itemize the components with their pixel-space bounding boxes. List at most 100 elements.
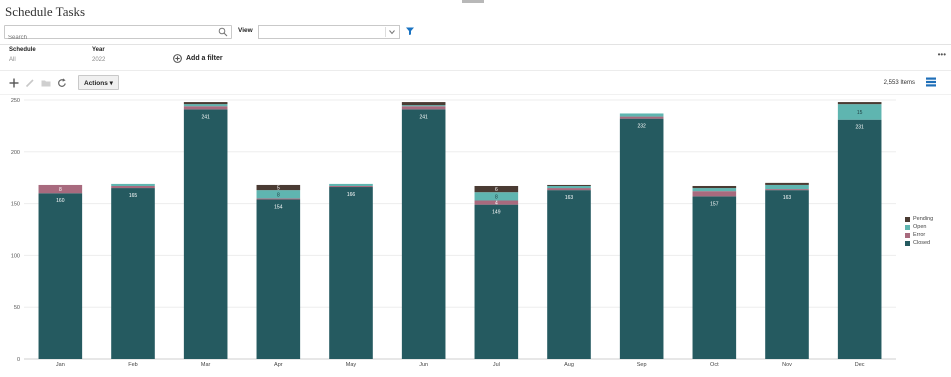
x-tick-label: Jul	[493, 362, 500, 368]
bar-error	[183, 106, 228, 110]
add-circle-icon	[173, 53, 182, 63]
pencil-icon[interactable]	[24, 77, 36, 89]
chevron-down-icon[interactable]	[387, 27, 397, 37]
add-filter-label: Add a filter	[186, 54, 223, 62]
y-tick-label: 100	[11, 253, 20, 259]
search-box[interactable]	[4, 25, 232, 44]
y-tick-label: 250	[11, 98, 20, 104]
bar-error	[256, 198, 301, 200]
bar-closed	[837, 119, 882, 360]
bar-closed	[765, 190, 809, 359]
data-label: 157	[710, 201, 719, 207]
bar-open	[401, 105, 446, 107]
legend-label: Error	[913, 232, 926, 238]
legend-swatch	[905, 224, 910, 230]
bar-error	[547, 188, 591, 191]
search-input[interactable]	[5, 32, 208, 44]
y-tick-label: 150	[11, 202, 20, 208]
bar-error	[619, 116, 664, 119]
bar-error	[329, 185, 373, 188]
bar-closed	[474, 204, 519, 359]
bar-chart-icon[interactable]	[925, 76, 937, 88]
header-divider	[0, 44, 951, 45]
filter-schedule-label: Schedule	[9, 47, 36, 53]
bar-pending	[401, 102, 446, 106]
data-label: 241	[201, 114, 210, 120]
bar-closed	[401, 109, 446, 359]
data-label: 165	[129, 193, 138, 199]
legend-label: Closed	[913, 240, 931, 246]
filter-year-label: Year	[92, 47, 105, 53]
filter-year-value: 2022	[92, 57, 106, 63]
bar-open	[111, 183, 155, 186]
legend-item-pending[interactable]: Pending	[905, 215, 933, 223]
legend-item-open[interactable]: Open	[905, 223, 933, 231]
bar-pending	[547, 184, 591, 186]
select-divider	[385, 27, 386, 37]
filter-year[interactable]: Year 2022	[92, 47, 105, 63]
legend-item-closed[interactable]: Closed	[905, 239, 933, 247]
actions-menu-button[interactable]: Actions ▾	[78, 75, 119, 90]
bar-closed	[256, 199, 301, 359]
x-tick-label: Jun	[419, 362, 428, 368]
bar-closed	[38, 193, 83, 359]
data-label: 163	[565, 195, 574, 201]
bar-open	[547, 185, 591, 189]
y-tick-label: 50	[14, 305, 20, 311]
legend-label: Open	[913, 224, 927, 230]
add-filter-button[interactable]: Add a filter	[173, 53, 223, 63]
data-label: 232	[637, 124, 646, 130]
data-label: 6	[495, 187, 498, 193]
bar-closed	[183, 109, 228, 359]
x-tick-label: May	[346, 362, 357, 368]
view-label: View	[238, 27, 253, 34]
bar-error	[111, 185, 155, 189]
data-label: 15	[857, 110, 863, 116]
x-tick-label: Aug	[564, 362, 574, 368]
y-tick-label: 200	[11, 150, 20, 156]
bar-closed	[619, 118, 664, 359]
y-tick-label: 0	[17, 357, 20, 363]
folder-icon[interactable]	[40, 77, 52, 89]
page-title: Schedule Tasks	[5, 4, 86, 19]
view-select[interactable]	[258, 25, 400, 39]
data-label: 231	[855, 125, 864, 131]
legend-item-error[interactable]: Error	[905, 231, 933, 239]
data-label: 8	[495, 194, 498, 200]
stacked-bar-chart: 0 50 100 150 200 250 Jan Feb Mar Apr May Jun Jul Aug S…	[11, 98, 896, 368]
bar-error	[401, 106, 446, 110]
bar-closed	[692, 196, 737, 359]
legend-swatch	[905, 232, 910, 238]
x-tick-label: Feb	[128, 362, 137, 368]
x-tick-label: Sep	[637, 362, 647, 368]
filter-schedule-value: All	[9, 57, 16, 63]
search-icon[interactable]	[218, 27, 228, 37]
bar-closed	[329, 187, 373, 359]
bar-pending	[765, 182, 809, 185]
more-options-icon[interactable]: •••	[938, 50, 946, 59]
legend-swatch	[905, 240, 910, 246]
bar-pending	[837, 102, 882, 105]
refresh-icon[interactable]	[56, 77, 68, 89]
data-label: 241	[419, 114, 428, 120]
filter-icon[interactable]	[405, 26, 415, 36]
bar-pending	[183, 102, 228, 105]
data-label: 160	[56, 198, 65, 204]
bar-pending	[692, 185, 737, 189]
filter-divider	[0, 70, 951, 71]
data-label: 149	[492, 210, 501, 216]
x-tick-label: Jan	[56, 362, 65, 368]
bar-open	[765, 184, 809, 190]
data-label: 8	[59, 187, 62, 193]
data-label: 5	[277, 186, 280, 192]
x-tick-label: Mar	[201, 362, 211, 368]
data-label: 4	[495, 201, 498, 207]
data-label: 163	[783, 195, 792, 201]
chart-legend: Pending Open Error Closed	[905, 215, 933, 247]
bar-closed	[111, 188, 155, 359]
data-label: 8	[277, 192, 280, 198]
legend-swatch	[905, 216, 910, 222]
x-tick-label: Dec	[855, 362, 865, 368]
filter-schedule[interactable]: Schedule All	[9, 47, 36, 63]
plus-icon[interactable]	[8, 77, 20, 89]
